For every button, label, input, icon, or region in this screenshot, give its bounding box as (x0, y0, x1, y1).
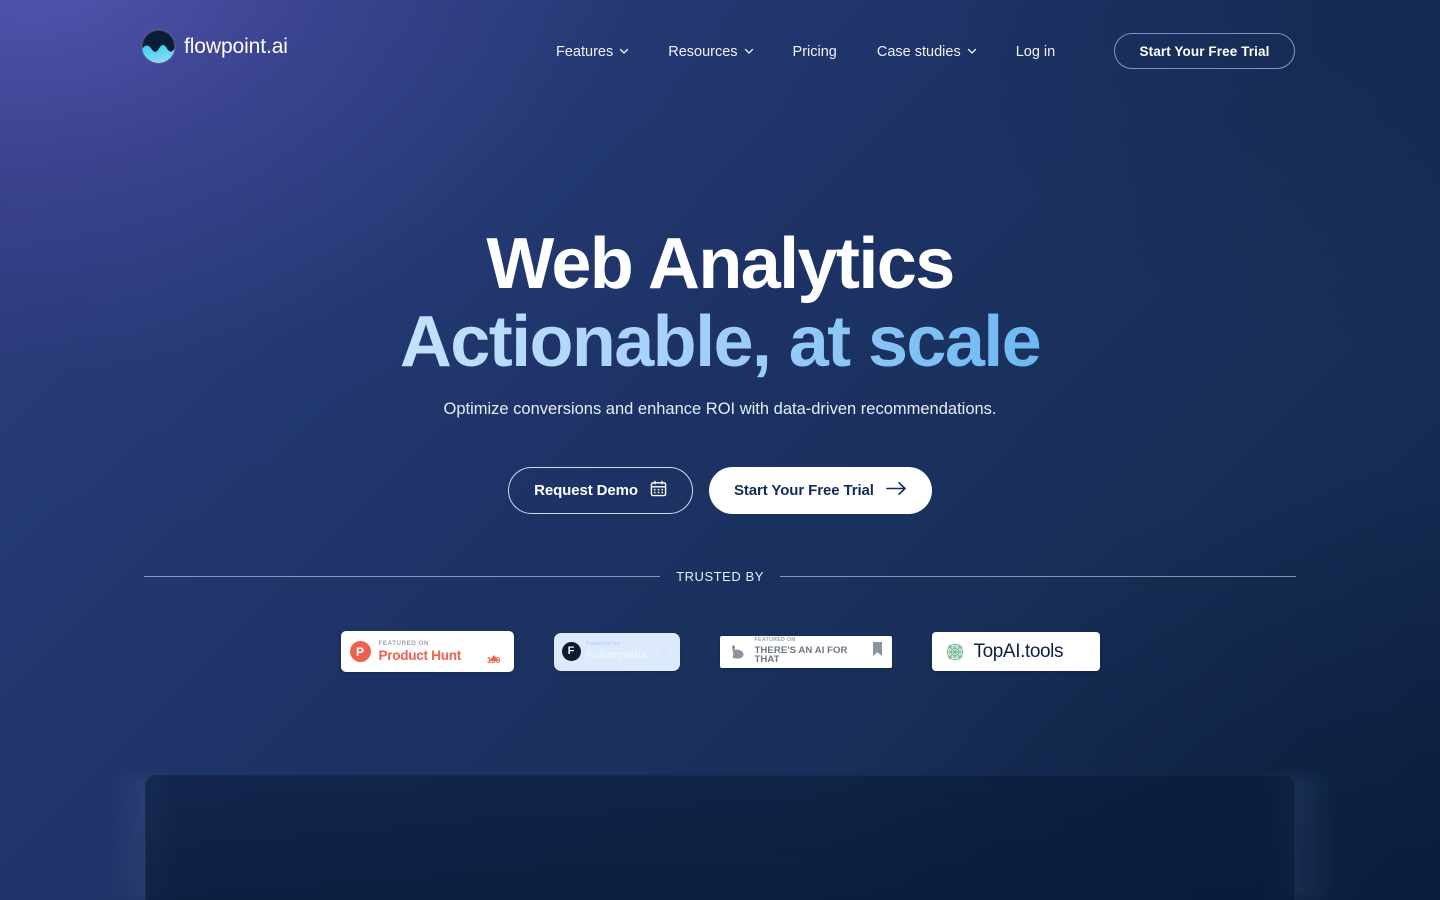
dashboard-preview-panel (145, 775, 1295, 900)
request-demo-label: Request Demo (534, 482, 638, 499)
bookmark-block: 34 (656, 649, 672, 655)
calendar-icon (650, 480, 667, 501)
topai-molecule-icon (945, 642, 965, 662)
hero-subtitle: Optimize conversions and enhance ROI wit… (443, 400, 997, 418)
futurepedia-icon: F (561, 642, 581, 661)
badge-product-hunt[interactable]: P FEATURED ON Product Hunt 130 (340, 631, 514, 672)
badge-eyebrow: FEATURED ON (754, 637, 796, 644)
header-start-free-trial-button[interactable]: Start Your Free Trial (1114, 33, 1295, 69)
hero-start-free-trial-button[interactable]: Start Your Free Trial (708, 467, 932, 514)
main-navigation: Features Resources Pricing Case studies (556, 38, 1055, 66)
brand-logo-link[interactable]: flowpoint.ai (142, 30, 288, 63)
nav-item-label: Log in (1015, 44, 1056, 60)
chevron-down-icon (967, 46, 976, 55)
brand-name: flowpoint.ai (184, 34, 288, 58)
nav-item-pricing[interactable]: Pricing (793, 38, 837, 66)
nav-item-log-in[interactable]: Log in (1016, 38, 1056, 66)
badge-topai-tools[interactable]: TopAI.tools (931, 632, 1100, 671)
badge-text: Featured on Futurepedia (586, 641, 650, 661)
hero-headline-line-2: Actionable, at scale (0, 302, 1440, 382)
divider-line-left (144, 576, 661, 577)
hero-cta-row: Request Demo Start Your Free Trial (0, 467, 1440, 514)
chevron-down-icon (744, 46, 753, 55)
badge-futurepedia[interactable]: F Featured on Futurepedia 34 (553, 632, 680, 671)
flexed-arm-icon (728, 642, 748, 662)
site-header: flowpoint.ai Features Resources Pricing … (0, 0, 1440, 96)
bookmark-count: 34 (660, 648, 667, 655)
arrow-right-icon (886, 481, 907, 500)
hero-headline-line-1: Web Analytics (486, 224, 955, 304)
trusted-by-badges: P FEATURED ON Product Hunt 130 F Feature… (0, 631, 1440, 672)
badge-eyebrow: Featured on (586, 641, 621, 648)
background-vignette (0, 0, 1440, 900)
nav-item-features[interactable]: Features (556, 38, 629, 66)
nav-item-resources[interactable]: Resources (668, 38, 753, 66)
divider-line-right (779, 576, 1296, 577)
nav-item-label: Pricing (792, 44, 837, 60)
badge-text: FEATURED ON Product Hunt (378, 639, 475, 663)
nav-item-label: Case studies (876, 44, 961, 60)
product-hunt-icon: P (349, 641, 371, 662)
badge-theres-an-ai-for-that[interactable]: FEATURED ON THERE'S AN AI FOR THAT (719, 635, 892, 668)
badge-name: Futurepedia (586, 648, 647, 661)
request-demo-button[interactable]: Request Demo (508, 467, 693, 514)
badge-name: THERE'S AN AI FOR THAT (754, 644, 848, 666)
upvote-block: 130 (483, 638, 505, 665)
nav-item-case-studies[interactable]: Case studies (877, 38, 976, 66)
upvote-count: 130 (486, 656, 501, 665)
badge-name: TopAI.tools (973, 640, 1064, 662)
badge-name: Product Hunt (378, 647, 462, 663)
nav-item-label: Features (556, 44, 614, 60)
trusted-by-label: TRUSTED BY (676, 569, 764, 584)
nav-item-label: Resources (668, 44, 738, 60)
bookmark-icon (872, 641, 884, 662)
badge-eyebrow: FEATURED ON (378, 639, 430, 647)
flowpoint-wave-logo-icon (142, 30, 175, 63)
chevron-down-icon (619, 46, 629, 55)
landing-page: flowpoint.ai Features Resources Pricing … (0, 0, 1440, 900)
start-free-trial-label: Start Your Free Trial (733, 482, 874, 499)
trusted-by-divider: TRUSTED BY (144, 569, 1296, 584)
badge-text: FEATURED ON THERE'S AN AI FOR THAT (754, 637, 865, 666)
